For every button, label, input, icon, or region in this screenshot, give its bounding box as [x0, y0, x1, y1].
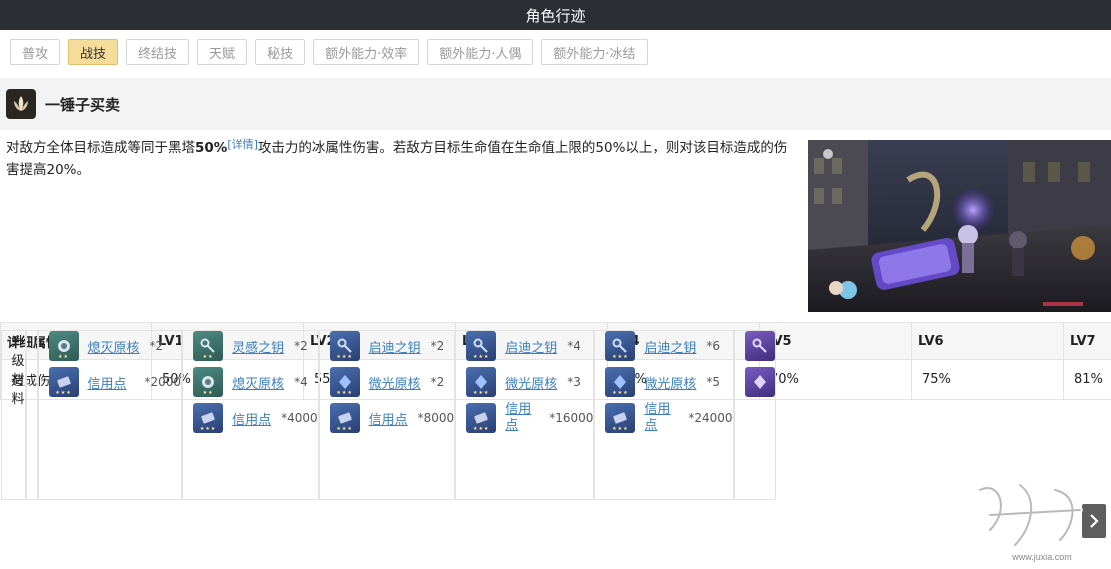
tab-ultimate[interactable]: 终结技 — [126, 39, 190, 65]
key-icon: ★★★ — [605, 331, 636, 361]
material-item[interactable]: ★★ 灵感之钥 *2 — [193, 331, 318, 361]
materials-cell — [25, 330, 38, 500]
skill-name: 一锤子买卖 — [45, 95, 121, 114]
scroll-right-button[interactable] — [1082, 504, 1106, 538]
material-name[interactable]: 信用点 — [232, 409, 271, 428]
key-icon — [744, 331, 775, 361]
material-count: *2 — [149, 339, 164, 353]
glimmer-core-icon: ★★★ — [466, 367, 497, 397]
chevron-right-icon — [1090, 514, 1099, 528]
material-name[interactable]: 信用点 — [505, 402, 539, 434]
core-icon — [744, 367, 775, 397]
material-name[interactable]: 熄灭原核 — [88, 337, 140, 356]
tab-talent[interactable]: 天赋 — [197, 39, 248, 65]
material-item[interactable]: ★★★ 信用点 *16000 — [466, 402, 594, 434]
material-item[interactable]: ★★★ 启迪之钥 *2 — [329, 331, 455, 361]
material-name[interactable]: 信用点 — [644, 402, 678, 434]
tab-bonus-efficiency[interactable]: 额外能力·效率 — [313, 39, 420, 65]
material-item[interactable]: ★★ 熄灭原核 *2 — [48, 331, 182, 361]
credit-icon: ★★★ — [329, 403, 360, 433]
material-item[interactable]: ★★★ 信用点 *2000 — [48, 367, 182, 397]
material-item[interactable]: ★★★ 微光原核 *5 — [605, 367, 732, 397]
row-label: 升级材料 — [0, 330, 26, 500]
tab-technique[interactable]: 秘技 — [255, 39, 306, 65]
key-icon: ★★ — [193, 331, 224, 361]
page-title-bar: 角色行迹 — [0, 0, 1111, 30]
damage-value: 75% — [911, 359, 1064, 400]
skill-tabs: 普攻 战技 终结技 天赋 秘技 额外能力·效率 额外能力·人偶 额外能力·冰结 — [10, 39, 648, 65]
glimmer-core-icon: ★★★ — [605, 367, 636, 397]
glimmer-core-icon: ★★★ — [329, 367, 360, 397]
skill-preview-image — [808, 140, 1111, 312]
level-header: LV6 — [911, 322, 1064, 360]
material-item[interactable]: ★★★ 启迪之钥 *4 — [466, 331, 593, 361]
material-item[interactable]: ★★★ 信用点 *8000 — [329, 403, 455, 433]
skill-description: 对敌方全体目标造成等同于黑塔50%[详情]攻击力的冰属性伤害。若敌方目标生命值在… — [6, 137, 791, 181]
material-count: *3 — [567, 375, 581, 389]
material-name[interactable]: 熄灭原核 — [232, 373, 284, 392]
extinguished-core-icon: ★★ — [193, 367, 224, 397]
material-count: *2 — [430, 375, 445, 389]
materials-cell — [733, 330, 776, 500]
table-row-materials: 升级材料 ★★ 熄灭原核 *2 ★★★ 信用点 *2000 ★★ 灵感之钥 *2… — [0, 330, 776, 500]
material-name[interactable]: 微光原核 — [369, 373, 421, 392]
materials-cell: ★★ 灵感之钥 *2 ★★ 熄灭原核 *4 ★★★ 信用点 *4000 — [182, 330, 319, 500]
material-item[interactable]: ★★★ 微光原核 *3 — [466, 367, 593, 397]
page-title: 角色行迹 — [525, 6, 586, 25]
detail-link[interactable]: [详情] — [227, 138, 258, 151]
desc-text-1: 对敌方全体目标造成等同于黑塔 — [6, 140, 195, 156]
skill-attribute-table: 详细属性 LV1 LV2 LV3 LV4 LV5 LV6 LV7 造成伤害 50… — [0, 322, 1111, 500]
credit-icon: ★★★ — [605, 403, 636, 433]
lotus-bud-icon — [6, 89, 36, 119]
level-header: LV5 — [759, 322, 912, 360]
material-count: *5 — [706, 375, 721, 389]
credit-icon: ★★★ — [466, 403, 497, 433]
tab-basic-attack[interactable]: 普攻 — [10, 39, 61, 65]
material-name[interactable]: 信用点 — [369, 409, 408, 428]
material-name[interactable]: 信用点 — [88, 373, 127, 392]
material-count: *2000 — [144, 375, 182, 389]
material-name[interactable]: 微光原核 — [505, 373, 557, 392]
material-item[interactable]: ★★★ 启迪之钥 *6 — [605, 331, 732, 361]
material-name[interactable]: 启迪之钥 — [369, 337, 421, 356]
material-item[interactable] — [744, 367, 775, 397]
material-count: *4 — [567, 339, 581, 353]
tab-skill[interactable]: 战技 — [68, 39, 119, 65]
material-name[interactable]: 微光原核 — [644, 373, 696, 392]
material-count: *4000 — [281, 411, 318, 425]
material-item[interactable] — [744, 331, 775, 361]
material-item[interactable]: ★★★ 信用点 *4000 — [193, 403, 318, 433]
material-name[interactable]: 启迪之钥 — [644, 337, 696, 356]
materials-cell: ★★ 熄灭原核 *2 ★★★ 信用点 *2000 — [37, 330, 183, 500]
extinguished-core-icon: ★★ — [48, 331, 79, 361]
material-item[interactable]: ★★★ 信用点 *24000 — [605, 402, 733, 434]
skill-header: 一锤子买卖 — [0, 78, 1111, 130]
watermark-url: www.juxia.com — [1011, 552, 1072, 562]
material-name[interactable]: 启迪之钥 — [505, 337, 557, 356]
material-count: *24000 — [688, 411, 733, 425]
key-icon: ★★★ — [466, 331, 497, 361]
level-header: LV7 — [1063, 322, 1111, 360]
tab-bonus-puppet[interactable]: 额外能力·人偶 — [427, 39, 534, 65]
material-item[interactable]: ★★★ 微光原核 *2 — [329, 367, 455, 397]
material-item[interactable]: ★★ 熄灭原核 *4 — [193, 367, 318, 397]
damage-value: 81% — [1063, 359, 1111, 400]
key-icon: ★★★ — [329, 331, 360, 361]
material-name[interactable]: 灵感之钥 — [232, 337, 284, 356]
materials-cell: ★★★ 启迪之钥 *6 ★★★ 微光原核 *5 ★★★ 信用点 *24000 — [594, 330, 734, 500]
credit-icon: ★★★ — [193, 403, 224, 433]
materials-cell: ★★★ 启迪之钥 *4 ★★★ 微光原核 *3 ★★★ 信用点 *16000 — [455, 330, 595, 500]
materials-cell: ★★★ 启迪之钥 *2 ★★★ 微光原核 *2 ★★★ 信用点 *8000 — [318, 330, 456, 500]
tab-bonus-freeze[interactable]: 额外能力·冰结 — [541, 39, 648, 65]
material-count: *4 — [294, 375, 308, 389]
material-count: *16000 — [549, 411, 594, 425]
desc-bold-value: 50% — [195, 140, 228, 156]
material-count: *2 — [430, 339, 445, 353]
material-count: *2 — [294, 339, 308, 353]
damage-value: 70% — [759, 359, 912, 400]
credit-icon: ★★★ — [48, 367, 79, 397]
material-count: *8000 — [417, 411, 455, 425]
material-count: *6 — [706, 339, 721, 353]
